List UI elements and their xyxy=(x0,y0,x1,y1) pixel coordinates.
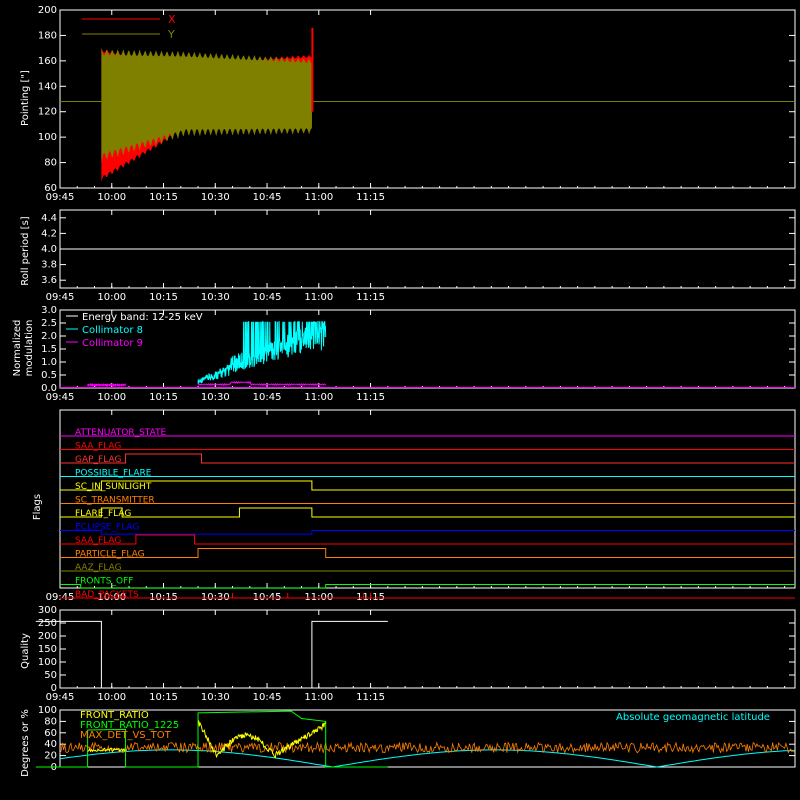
quality-ylabel: Quality xyxy=(20,633,31,669)
y-tick-label: 250 xyxy=(38,618,57,629)
y-tick-label: 100 xyxy=(38,132,57,143)
legend-coll9-label: Collimator 9 xyxy=(82,338,143,349)
geomag-ylabel: Degrees or % xyxy=(20,709,31,777)
y-tick-label: 300 xyxy=(38,605,57,616)
x-tick-label: 10:30 xyxy=(201,692,230,703)
flag-label: FRONTS_OFF xyxy=(75,577,133,587)
x-tick-label: 11:15 xyxy=(356,192,385,203)
x-tick-label: 10:45 xyxy=(253,392,282,403)
y-tick-label: 40 xyxy=(44,739,57,750)
y-tick-label: 3.6 xyxy=(41,275,57,286)
y-tick-label: 0.5 xyxy=(41,370,57,381)
legend-coll8-label: Collimator 8 xyxy=(82,325,143,336)
x-tick-label: 11:00 xyxy=(304,292,333,303)
x-tick-label: 11:00 xyxy=(304,392,333,403)
y-tick-label: 20 xyxy=(44,751,57,762)
y-tick-label: 2.5 xyxy=(41,318,57,329)
pointing-ylabel: Pointing ["] xyxy=(20,70,31,126)
y-tick-label: 4.2 xyxy=(41,228,57,239)
x-tick-label: 10:15 xyxy=(149,292,178,303)
flags-ylabel: Flags xyxy=(32,494,43,520)
x-tick-label: 10:00 xyxy=(97,392,126,403)
x-tick-label: 11:15 xyxy=(356,292,385,303)
x-tick-label: 10:00 xyxy=(97,192,126,203)
x-tick-label: 09:45 xyxy=(46,692,75,703)
x-tick-label: 10:00 xyxy=(97,292,126,303)
x-tick-label: 10:45 xyxy=(253,692,282,703)
y-tick-label: 4.4 xyxy=(41,213,57,224)
legend-x-label: X xyxy=(168,13,176,26)
x-tick-label: 10:30 xyxy=(201,192,230,203)
x-tick-label: 10:15 xyxy=(149,692,178,703)
y-tick-label: 200 xyxy=(38,631,57,642)
y-tick-label: 150 xyxy=(38,644,57,655)
y-tick-label: 180 xyxy=(38,30,57,41)
modulation-ylabel-2: modulation xyxy=(24,320,35,377)
x-tick-label: 10:45 xyxy=(253,292,282,303)
x-tick-label: 11:15 xyxy=(356,392,385,403)
x-tick-label: 10:15 xyxy=(149,192,178,203)
x-tick-label: 10:30 xyxy=(201,292,230,303)
stacked-chart-figure: Pointing ["] 6080100120140160180200 09:4… xyxy=(0,0,800,800)
y-tick-label: 4.0 xyxy=(41,244,57,255)
legend-max-det: MAX_DET_VS_TOT xyxy=(80,730,172,741)
y-tick-label: 3.0 xyxy=(41,305,57,316)
x-tick-label: 09:45 xyxy=(46,192,75,203)
legend-geomag-lat: Absolute geomagnetic latitude xyxy=(616,712,770,723)
y-tick-label: 50 xyxy=(44,670,57,681)
x-tick-label: 10:45 xyxy=(253,192,282,203)
x-tick-label: 11:15 xyxy=(356,692,385,703)
x-tick-label: 10:30 xyxy=(201,392,230,403)
legend-y-label: Y xyxy=(167,28,175,41)
y-tick-label: 120 xyxy=(38,107,57,118)
y-tick-label: 160 xyxy=(38,56,57,67)
y-tick-label: 100 xyxy=(38,657,57,668)
y-tick-label: 200 xyxy=(38,5,57,16)
x-tick-label: 10:15 xyxy=(149,392,178,403)
modulation-ylabel-1: Normalized xyxy=(12,320,23,377)
y-tick-label: 1.5 xyxy=(41,344,57,355)
legend-energy-label: Energy band: 12-25 keV xyxy=(82,312,203,323)
y-tick-label: 80 xyxy=(44,158,57,169)
x-tick-label: 10:00 xyxy=(97,692,126,703)
x-tick-label: 09:45 xyxy=(46,292,75,303)
y-tick-label: 140 xyxy=(38,81,57,92)
roll-ylabel: Roll period [s] xyxy=(20,216,31,285)
y-tick-label: 60 xyxy=(44,728,57,739)
y-tick-label: 100 xyxy=(38,705,57,716)
y-tick-label: 2.0 xyxy=(41,331,57,342)
y-tick-label: 1.0 xyxy=(41,357,57,368)
x-tick-label: 11:00 xyxy=(304,192,333,203)
y-tick-label: 80 xyxy=(44,716,57,727)
x-tick-label: 11:00 xyxy=(304,692,333,703)
y-tick-label: 3.8 xyxy=(41,260,57,271)
x-tick-label: 09:45 xyxy=(46,392,75,403)
